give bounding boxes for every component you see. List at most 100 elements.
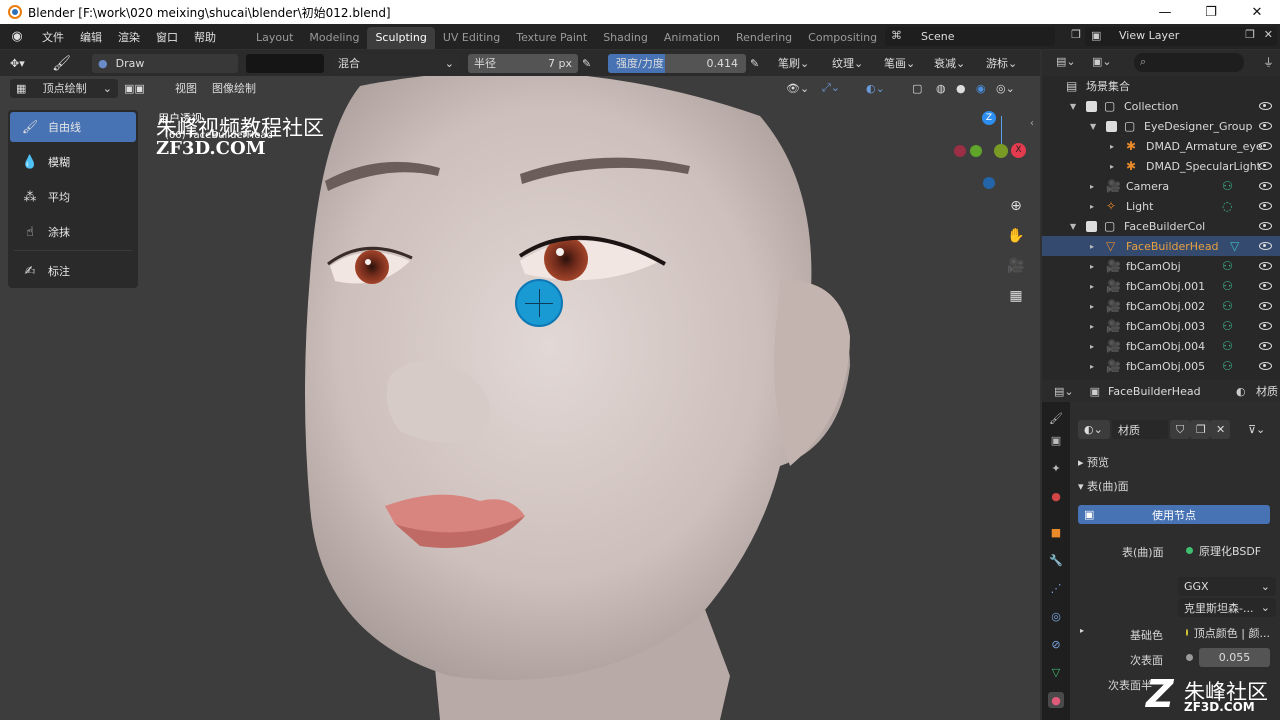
tool-tab-icon[interactable]: 🖌 [1048, 410, 1064, 426]
constraints-tab-icon[interactable]: ⊘ [1048, 636, 1064, 652]
overlay-toggle-icon[interactable]: ◐⌄ [866, 79, 885, 98]
expand-arrow-icon[interactable]: ▸ [1090, 342, 1094, 351]
expand-arrow-icon[interactable]: ▸ [1110, 162, 1114, 171]
material-tab-active-icon[interactable]: ● [1048, 692, 1064, 708]
menu-window[interactable]: 窗口 [148, 29, 186, 45]
node-link-icon[interactable]: ⊽⌄ [1242, 420, 1274, 439]
visibility-eye-icon[interactable] [1259, 322, 1272, 330]
outliner-row[interactable]: ▸ ✱ DMAD_Armature_eye [1042, 136, 1280, 156]
tool-blur[interactable]: 💧 模糊 [10, 147, 136, 177]
preview-panel-header[interactable]: ▸ 预览 [1078, 454, 1109, 470]
tab-layout[interactable]: Layout [248, 27, 301, 49]
tab-sculpting[interactable]: Sculpting [367, 27, 435, 49]
outliner-search-input[interactable]: ⌕ [1134, 53, 1244, 72]
tab-rendering[interactable]: Rendering [728, 27, 800, 49]
scene-tab-icon[interactable]: ✦ [1048, 460, 1064, 476]
zoom-icon[interactable]: ⊕ [1004, 194, 1028, 218]
base-color-field[interactable]: 顶点颜色 | 颜... [1180, 623, 1276, 642]
menu-brush[interactable]: 笔刷 ⌄ [778, 54, 809, 73]
unlink-icon[interactable]: ✕ [1210, 420, 1230, 439]
blend-mode-dropdown[interactable]: 混合 ⌄ [332, 53, 460, 73]
expand-arrow-icon[interactable]: ▸ [1090, 262, 1094, 271]
sidebar-toggle-icon[interactable]: ‹ [1030, 118, 1034, 129]
outliner-row[interactable]: ▸ 🎥 fbCamObj.005 ⚇ [1042, 356, 1280, 376]
new-view-layer-icon[interactable]: ❐ [1245, 28, 1255, 41]
minimize-button[interactable]: — [1142, 0, 1188, 24]
visibility-eye-icon[interactable] [1259, 362, 1272, 370]
material-browse-icon[interactable]: ◐⌄ [1078, 420, 1110, 439]
data-tab-icon[interactable]: ▽ [1048, 664, 1064, 680]
duplicate-icon[interactable]: ❐ [1190, 420, 1210, 439]
menu-file[interactable]: 文件 [34, 29, 72, 45]
modifier-tab-icon[interactable]: 🔧 [1048, 552, 1064, 568]
visibility-eye-icon[interactable] [1259, 242, 1272, 250]
menu-image-paint[interactable]: 图像绘制 [212, 79, 256, 98]
outliner-row[interactable]: ▸ 🎥 fbCamObj.002 ⚇ [1042, 296, 1280, 316]
outliner-row[interactable]: ▸ 🎥 fbCamObj.003 ⚇ [1042, 316, 1280, 336]
pan-hand-icon[interactable]: ✋ [1004, 224, 1028, 248]
view-layer-selector[interactable]: ▣ View Layer ❐ ✕ [1085, 27, 1277, 46]
tool-settings-dropdown[interactable]: ✥▾ [10, 54, 25, 73]
expand-arrow-icon[interactable]: ▸ [1090, 302, 1094, 311]
fake-user-icon[interactable]: ⛉ [1170, 420, 1190, 439]
strength-pressure-icon[interactable]: ✎ [750, 54, 759, 73]
visibility-eye-icon[interactable] [1259, 102, 1272, 110]
radius-pressure-icon[interactable]: ✎ [582, 54, 591, 73]
outliner-row[interactable]: ▼ ▢ EyeDesigner_Group [1042, 116, 1280, 136]
blender-menu-icon[interactable]: ◉ [0, 29, 34, 44]
material-shading-icon[interactable]: ◉ [976, 79, 986, 98]
menu-render[interactable]: 渲染 [110, 29, 148, 45]
tool-smear[interactable]: ☝ 涂抹 [10, 217, 136, 247]
gizmo-y-icon[interactable] [970, 145, 982, 157]
gizmo-x-icon[interactable]: X [1011, 143, 1026, 158]
visibility-eye-icon[interactable] [1259, 142, 1272, 150]
perspective-grid-icon[interactable]: ▦ [1004, 284, 1028, 308]
scene-selector[interactable]: ⌘ Scene ❐ [885, 27, 1081, 46]
outliner-row[interactable]: ▸ 🎥 Camera ⚇ [1042, 176, 1280, 196]
subsurface-method-dropdown[interactable]: 克里斯坦森-... ⌄ [1178, 598, 1276, 617]
subsurface-field[interactable]: 0.055 [1180, 648, 1276, 667]
outliner-row[interactable]: ▸ 🎥 fbCamObj ⚇ [1042, 256, 1280, 276]
physics-tab-icon[interactable]: ◎ [1048, 608, 1064, 624]
exclude-checkbox[interactable] [1086, 220, 1097, 232]
mask-toggle-icon[interactable]: ▣▣ [124, 79, 145, 98]
menu-falloff[interactable]: 衰减 ⌄ [934, 54, 965, 73]
expand-arrow-icon[interactable]: ▸ [1110, 142, 1114, 151]
new-scene-icon[interactable]: ❐ [1071, 28, 1081, 41]
visibility-eye-icon[interactable] [1259, 302, 1272, 310]
menu-stroke[interactable]: 笔画 ⌄ [884, 54, 915, 73]
properties-editor-icon[interactable]: ▤⌄ [1054, 385, 1074, 398]
maximize-button[interactable]: ❐ [1188, 0, 1234, 24]
render-tab-icon[interactable]: ▣ [1048, 432, 1064, 448]
close-button[interactable]: ✕ [1234, 0, 1280, 24]
use-nodes-button[interactable]: ▣ 使用节点 [1078, 505, 1270, 524]
surface-shader-field[interactable]: 原理化BSDF [1180, 541, 1276, 560]
expand-arrow-icon[interactable]: ▸ [1090, 182, 1094, 191]
world-tab-icon[interactable]: ● [1048, 488, 1064, 504]
xray-icon[interactable]: ▢ [912, 79, 922, 98]
outliner-row[interactable]: ▼ ▢ Collection [1042, 96, 1280, 116]
camera-view-icon[interactable]: 🎥 [1004, 254, 1028, 278]
surface-panel-header[interactable]: ▾ 表(曲)面 [1078, 478, 1129, 494]
radius-field[interactable]: 半径 7 px [468, 53, 578, 73]
solid-shading-icon[interactable]: ● [956, 79, 966, 98]
visibility-icon[interactable]: 👁⌄ [786, 79, 809, 98]
visibility-eye-icon[interactable] [1259, 162, 1272, 170]
tab-compositing[interactable]: Compositing [800, 27, 885, 49]
wireframe-shading-icon[interactable]: ◍ [936, 79, 946, 98]
outliner-root[interactable]: ▤ 场景集合 [1042, 76, 1280, 96]
expand-arrow-icon[interactable]: ▸ [1090, 242, 1094, 251]
distribution-dropdown[interactable]: GGX ⌄ [1178, 577, 1276, 596]
gizmo-toggle-icon[interactable]: ⤢⌄ [822, 79, 840, 98]
exclude-checkbox[interactable] [1086, 100, 1097, 112]
3d-viewport[interactable]: ▦ 顶点绘制 ⌄ ▣▣ 视图 图像绘制 👁⌄ ⤢⌄ ◐⌄ ▢ ◍ ● ◉ ◎⌄ … [0, 76, 1040, 720]
brush-selector[interactable]: ● Draw [92, 53, 238, 73]
visibility-eye-icon[interactable] [1259, 202, 1272, 210]
editor-type-icon[interactable]: ▤⌄ [1056, 55, 1076, 68]
visibility-eye-icon[interactable] [1259, 342, 1272, 350]
display-mode-icon[interactable]: ▣⌄ [1092, 55, 1112, 68]
visibility-eye-icon[interactable] [1259, 282, 1272, 290]
outliner-row[interactable]: ▸ 🎥 fbCamObj.004 ⚇ [1042, 336, 1280, 356]
base-color-expand-icon[interactable]: ▸ [1080, 626, 1084, 635]
remove-view-layer-icon[interactable]: ✕ [1264, 28, 1273, 41]
